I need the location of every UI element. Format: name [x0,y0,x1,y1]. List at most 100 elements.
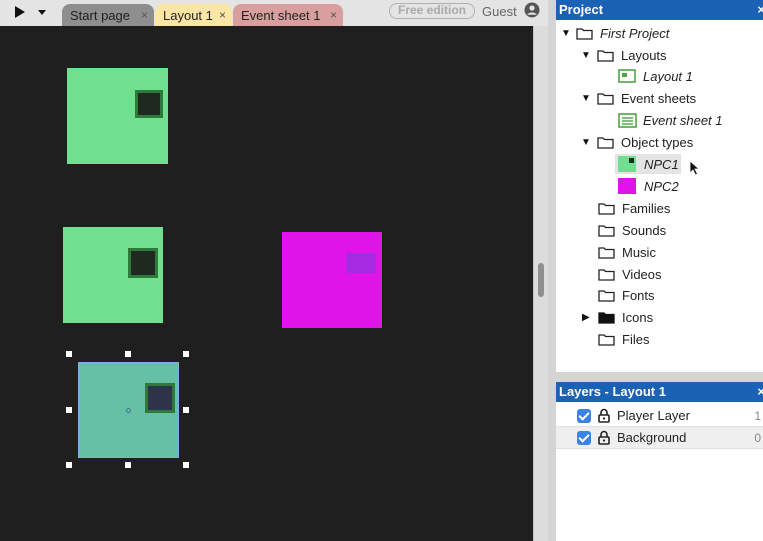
edition-badge[interactable]: Free edition [389,3,475,19]
layer-row-player-layer[interactable]: Player Layer 1 [556,405,763,427]
tree-item-event-sheet-1[interactable]: Event sheet 1 [618,109,723,131]
tree-folder-videos[interactable]: Videos [598,263,662,285]
panel-divider[interactable] [556,372,763,382]
expand-arrow-icon[interactable]: ▼ [581,50,593,61]
tab-label: Layout 1 [163,8,213,23]
resize-handle[interactable] [66,351,72,357]
origin-point [126,408,131,413]
tree-folder-layouts[interactable]: ▼ Layouts [581,44,667,66]
tree-item-layout-1[interactable]: Layout 1 [618,65,693,87]
tree-folder-object-types[interactable]: ▼ Object types [581,131,693,153]
tree-item-npc2[interactable]: NPC2 [618,175,679,197]
sprite-eye [128,248,158,278]
folder-icon [597,92,614,105]
expand-arrow-icon[interactable]: ▼ [581,93,593,104]
npc1-sprite[interactable] [67,68,168,164]
tree-folder-sounds[interactable]: Sounds [598,219,666,241]
npc1-sprite-selected[interactable] [78,362,179,458]
tree-folder-files[interactable]: Files [598,328,649,350]
scrollbar-thumb[interactable] [538,263,544,297]
close-icon[interactable]: × [219,8,226,22]
lock-icon[interactable] [597,408,611,423]
tree-item-npc1[interactable]: NPC1 [618,153,679,175]
resize-handle[interactable] [183,351,189,357]
play-icon[interactable] [10,4,28,20]
sprite-eye [135,90,163,118]
folder-icon [598,333,615,346]
tree-folder-event-sheets[interactable]: ▼ Event sheets [581,87,696,109]
npc1-thumbnail-icon [618,156,636,172]
tree-label: Object types [621,134,694,150]
layer-row-background[interactable]: Background 0 [556,427,763,449]
layers-panel-header: Layers - Layout 1 × [556,382,763,402]
tree-label: Sounds [622,222,667,238]
tree-label: NPC2 [644,178,679,194]
tab-bar: Start page × Layout 1 × Event sheet 1 × … [0,0,548,26]
npc2-thumbnail-icon [618,178,636,194]
close-icon[interactable]: × [757,384,763,399]
project-panel-header: Project × [556,0,763,20]
tab-start-page[interactable]: Start page × [62,4,154,26]
resize-handle[interactable] [183,407,189,413]
tab-layout-1[interactable]: Layout 1 × [155,4,232,26]
folder-icon [597,136,614,149]
layout-canvas[interactable] [0,26,533,541]
folder-icon [576,27,593,40]
tree-root-first-project[interactable]: ▼ First Project [561,22,669,44]
resize-handle[interactable] [125,351,131,357]
tree-label: Music [622,244,656,260]
resize-handle[interactable] [183,462,189,468]
folder-icon [598,202,615,215]
npc2-sprite[interactable] [282,232,382,328]
tree-label: Videos [622,266,662,282]
expand-arrow-icon[interactable]: ▶ [582,312,598,323]
resize-handle[interactable] [66,407,72,413]
panel-title: Project [559,2,604,17]
chevron-down-icon[interactable] [36,4,48,20]
user-name[interactable]: Guest [482,4,517,19]
sprite-eye [346,253,376,273]
tree-label: Layouts [621,47,667,63]
sprite-eye [145,383,175,413]
panel-divider[interactable] [548,0,556,541]
tree-label: Icons [622,309,654,325]
npc1-sprite[interactable] [63,227,163,323]
visibility-checkbox[interactable] [577,430,591,445]
tree-label: First Project [600,25,670,41]
lock-icon[interactable] [597,430,611,445]
close-icon[interactable]: × [757,2,763,17]
visibility-checkbox[interactable] [577,408,591,423]
tab-event-sheet-1[interactable]: Event sheet 1 × [233,4,343,26]
resize-handle[interactable] [66,462,72,468]
layer-index: 1 [754,408,761,423]
tree-label: Event sheets [621,90,697,106]
folder-filled-icon [598,311,615,324]
folder-icon [598,224,615,237]
expand-arrow-icon[interactable]: ▼ [561,28,573,39]
event-sheet-icon [618,112,637,128]
tab-label: Start page [70,8,130,23]
folder-icon [598,289,615,302]
expand-arrow-icon[interactable]: ▼ [581,137,593,148]
layer-index: 0 [754,430,761,445]
vertical-scrollbar[interactable] [533,26,548,541]
construct-editor-window: Start page × Layout 1 × Event sheet 1 × … [0,0,763,541]
layers-panel: Layers - Layout 1 × Player Layer 1 Backg… [556,382,763,541]
tree-folder-icons[interactable]: ▶ Icons [582,306,653,328]
tree-folder-fonts[interactable]: Fonts [598,284,655,306]
resize-handle[interactable] [125,462,131,468]
tree-label: Families [622,200,671,216]
tree-label: NPC1 [644,156,679,172]
tree-folder-music[interactable]: Music [598,241,656,263]
layer-label: Player Layer [617,408,690,423]
close-icon[interactable]: × [141,8,148,22]
tree-folder-families[interactable]: Families [598,197,670,219]
user-circle-icon[interactable] [524,2,540,18]
tree-label: Fonts [622,287,655,303]
tree-label: Files [622,331,650,347]
tab-label: Event sheet 1 [241,8,321,23]
layout-icon [618,69,636,83]
panel-title: Layers - Layout 1 [559,384,666,399]
tree-label: Layout 1 [643,68,693,84]
close-icon[interactable]: × [330,8,337,22]
